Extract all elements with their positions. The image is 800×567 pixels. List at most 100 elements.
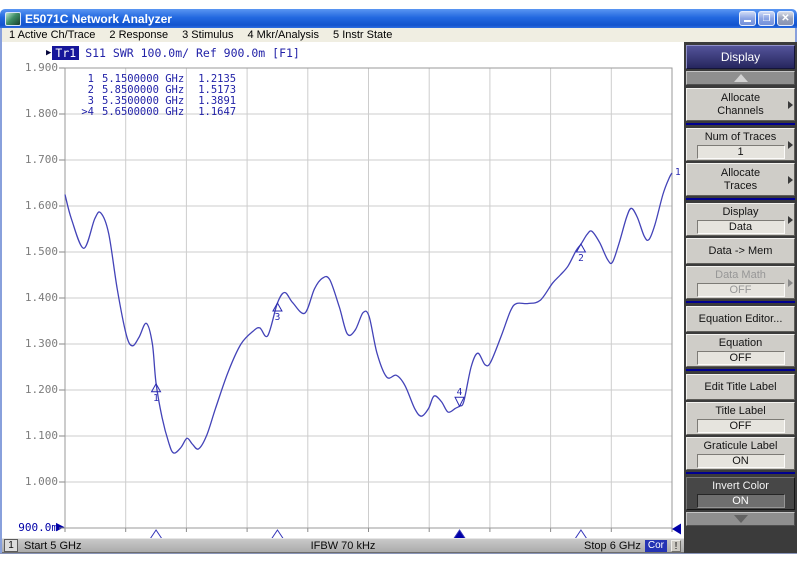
softkey-label: Title Label [715,405,765,418]
softkey-label: Equation Editor... [699,313,783,326]
softkey-value: Data [697,220,785,234]
softkey-group-separator [686,369,795,371]
softkey-value: OFF [697,283,785,297]
submenu-arrow-icon [788,176,793,184]
down-arrow-icon [734,515,748,523]
window-title: E5071C Network Analyzer [25,12,739,26]
start-frequency-label: Start 5 GHz [24,540,81,552]
active-trace-pointer-icon: ▶ [46,48,51,58]
softkey-menu-title: Display [686,45,795,69]
alert-badge[interactable]: ! [671,540,681,552]
submenu-arrow-icon [788,101,793,109]
softkey-data-mem[interactable]: Data -> Mem [686,238,795,264]
correction-badge: Cor [645,540,667,552]
softkey-num-of-traces[interactable]: Num of Traces1 [686,128,795,161]
marker-readout-row: >4 5.6500000 GHz 1.1647 [78,107,236,118]
y-axis-label: 1.100 [2,429,58,443]
softkey-scroll-down-button[interactable] [686,512,795,526]
softkey-group-separator [686,123,795,125]
softkey-label: Edit Title Label [704,381,776,394]
softkey-label: Equation [719,337,762,350]
ifbw-label: IFBW 70 kHz [311,540,376,552]
close-button[interactable]: ✕ [777,11,794,26]
menu-item-5-instr-state[interactable]: 5 Instr State [326,29,399,41]
window-titlebar[interactable]: E5071C Network Analyzer ❐ ✕ [0,9,797,28]
y-axis-label: 1.500 [2,245,58,259]
y-axis-label: 1.400 [2,291,58,305]
y-axis-label: 1.900 [2,61,58,75]
sweep-edge-arrow-icon [672,524,681,535]
softkey-label: Traces [724,180,757,193]
restore-icon: ❐ [762,14,770,23]
softkey-value: OFF [697,419,785,433]
trace-badge[interactable]: Tr1 [52,46,79,60]
channel-indicator: 1 [4,539,18,552]
softkey-label: Data Math [715,269,766,282]
status-right-group: Stop 6 GHz Cor ! [584,540,681,552]
softkey-value: OFF [697,351,785,365]
softkey-value: 1 [697,145,785,159]
softkey-edit-title-label[interactable]: Edit Title Label [686,374,795,400]
softkey-allocate-traces[interactable]: AllocateTraces [686,163,795,196]
trace-settings-text: S11 SWR 100.0m/ Ref 900.0m [F1] [85,46,300,60]
marker-value: 1.1647 [198,107,236,118]
softkey-data-math[interactable]: Data MathOFF [686,266,795,299]
window-controls: ❐ ✕ [739,11,794,26]
submenu-arrow-icon [788,216,793,224]
softkey-group-separator [686,301,795,303]
svg-text:3: 3 [275,312,281,323]
y-axis-label: 1.300 [2,337,58,351]
marker-frequency: 5.6500000 GHz [102,107,184,118]
stop-frequency-label: Stop 6 GHz [584,540,641,552]
submenu-arrow-icon [788,279,793,287]
softkey-label: Allocate [721,92,760,105]
close-icon: ✕ [781,14,789,24]
softkey-display[interactable]: DisplayData [686,203,795,236]
softkey-scroll-up-button[interactable] [686,71,795,85]
softkey-label: Channels [717,105,763,118]
softkey-equation-editor[interactable]: Equation Editor... [686,306,795,332]
softkey-allocate-channels[interactable]: AllocateChannels [686,88,795,121]
softkey-label: Num of Traces [705,131,777,144]
y-axis-label: 1.600 [2,199,58,213]
softkey-sidebar: DisplayAllocateChannelsNum of Traces1All… [684,42,797,553]
softkey-invert-color[interactable]: Invert ColorON [686,477,795,510]
up-arrow-icon [734,74,748,82]
softkey-label: Display [722,206,758,219]
menu-bar: 1 Active Ch/Trace2 Response3 Stimulus4 M… [0,28,797,42]
restore-button[interactable]: ❐ [758,11,775,26]
y-axis-label: 900.0m [2,521,58,535]
minimize-button[interactable] [739,11,756,26]
svg-text:4: 4 [457,387,463,398]
softkey-label: Invert Color [712,480,769,493]
y-axis-label: 1.700 [2,153,58,167]
submenu-arrow-icon [788,141,793,149]
window-border-bottom [0,553,797,554]
y-axis-label: 1.200 [2,383,58,397]
softkey-equation[interactable]: EquationOFF [686,334,795,367]
menu-item-4-mkr-analysis[interactable]: 4 Mkr/Analysis [240,29,326,41]
y-axis-label: 1.800 [2,107,58,121]
softkey-label: Data -> Mem [709,245,773,258]
marker-3-glyph[interactable]: 3 [273,303,282,323]
softkey-title-label[interactable]: Title LabelOFF [686,402,795,435]
menu-item-1-active-ch-trace[interactable]: 1 Active Ch/Trace [2,29,102,41]
softkey-label: Graticule Label [704,440,778,453]
trace-end-number: 1 [675,167,681,178]
plot-area: ▶ Tr1 S11 SWR 100.0m/ Ref 900.0m [F1] 1.… [2,42,684,538]
app-icon [5,12,21,26]
menu-item-3-stimulus[interactable]: 3 Stimulus [175,29,240,41]
softkey-graticule-label[interactable]: Graticule LabelON [686,437,795,470]
softkey-value: ON [697,494,785,508]
softkey-group-separator [686,472,795,474]
status-bar: 1 Start 5 GHz IFBW 70 kHz Stop 6 GHz Cor… [2,538,684,553]
menu-item-2-response[interactable]: 2 Response [102,29,175,41]
softkey-value: ON [697,454,785,468]
svg-text:1: 1 [153,393,159,404]
trace-header: ▶ Tr1 S11 SWR 100.0m/ Ref 900.0m [F1] [46,46,300,60]
minimize-icon [744,20,751,22]
y-axis-label: 1.000 [2,475,58,489]
marker-readout-table: 15.1500000 GHz1.213525.8500000 GHz1.5173… [78,74,236,118]
marker-number: >4 [78,107,94,118]
graticule [59,68,672,532]
